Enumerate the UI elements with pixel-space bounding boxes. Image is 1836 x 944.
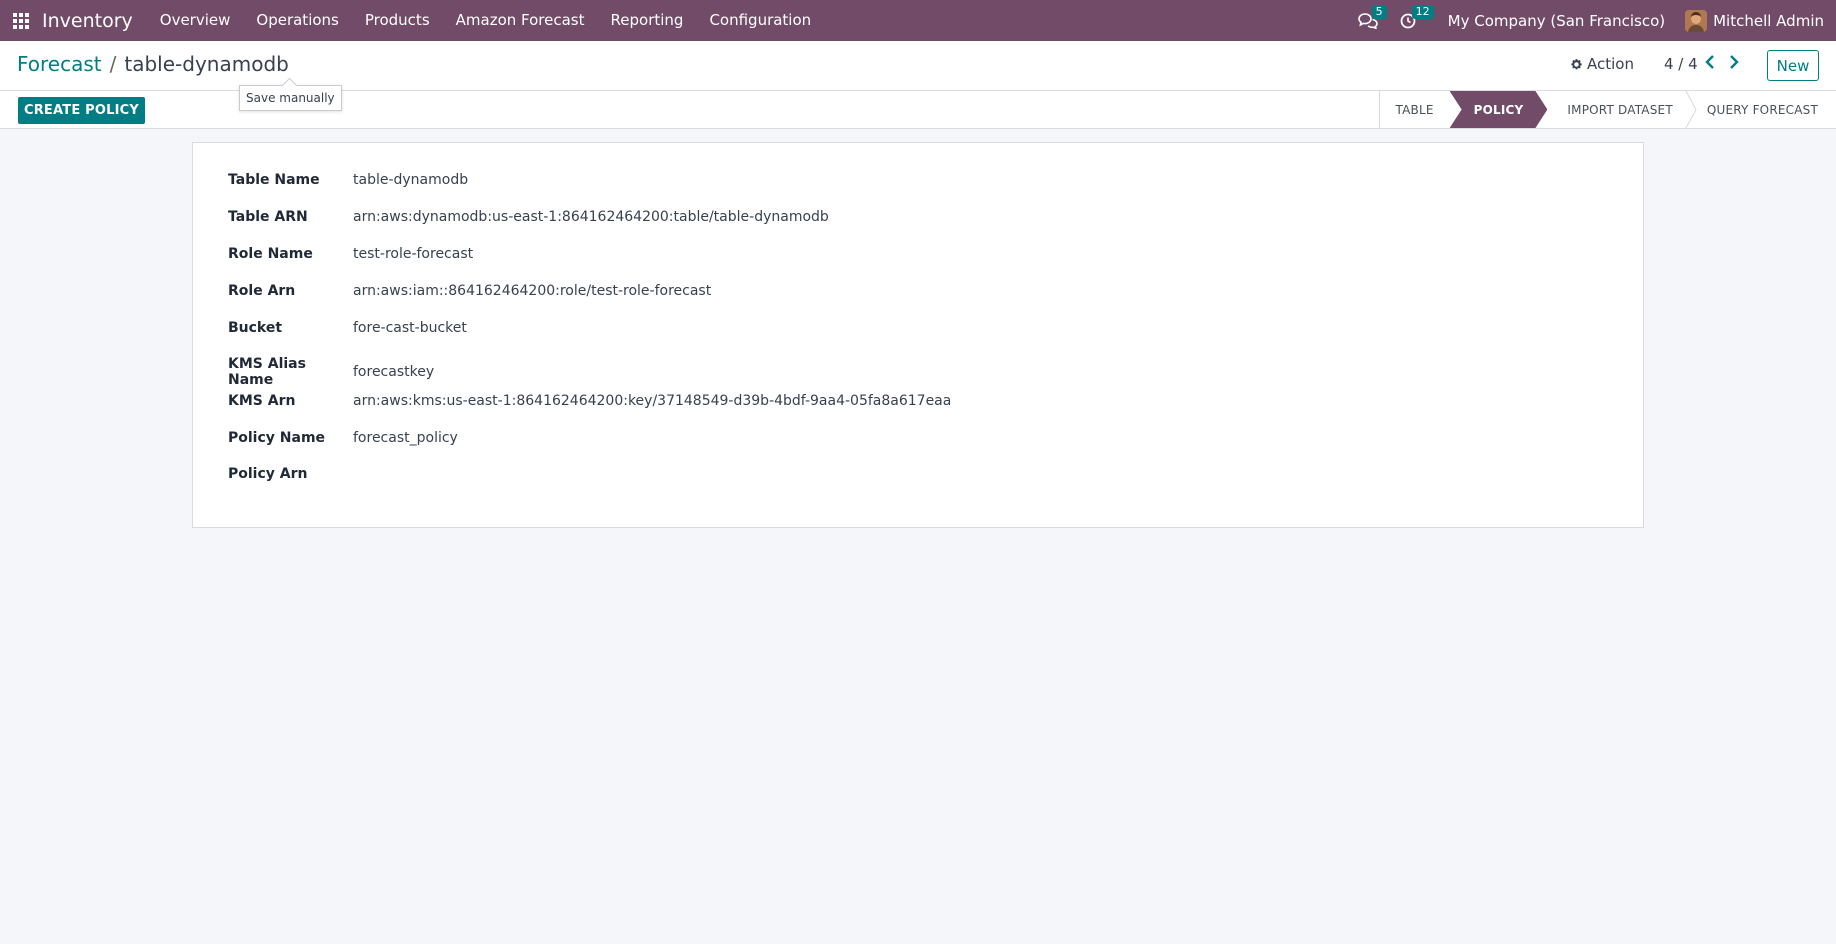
menu-overview[interactable]: Overview [147,0,244,41]
field-label: Role Arn [228,283,296,299]
field-value[interactable]: arn:aws:iam::864162464200:role/test-role… [353,283,711,299]
company-switcher[interactable]: My Company (San Francisco) [1448,12,1665,30]
field-value[interactable]: forecastkey [353,364,434,380]
activities-button[interactable]: 12 [1400,4,1434,29]
field-value[interactable]: arn:aws:kms:us-east-1:864162464200:key/3… [353,393,951,409]
user-menu[interactable]: Mitchell Admin [1713,12,1824,30]
field-label: Bucket [228,320,283,336]
breadcrumb: Forecast / table-dynamodb [17,52,289,76]
activities-badge: 12 [1411,4,1434,19]
field-role-arn: Role Arn arn:aws:iam::864162464200:role/… [228,283,711,299]
breadcrumb-current: table-dynamodb [124,52,289,76]
field-policy-arn: Policy Arn [228,466,353,482]
top-navbar: Inventory Overview Operations Products A… [0,0,1836,41]
field-kms-alias-name: KMS Alias Name forecastkey [228,356,434,388]
field-label: Table Name [228,172,320,188]
stage-policy[interactable]: POLICY [1450,91,1548,128]
field-value[interactable]: arn:aws:dynamodb:us-east-1:864162464200:… [353,209,829,225]
stage-import-dataset[interactable]: IMPORT DATASET [1547,91,1688,128]
field-table-name: Table Name table-dynamodb [228,172,468,188]
app-name[interactable]: Inventory [42,10,133,32]
field-bucket: Bucket fore-cast-bucket [228,320,467,336]
stage-table[interactable]: TABLE [1380,91,1450,128]
stage-pipeline: TABLE POLICY IMPORT DATASET QUERY FORECA… [1378,91,1836,128]
field-label: KMS Alias Name [228,356,306,388]
field-label: Policy Name [228,430,326,446]
save-manually-tooltip: Save manually [239,85,342,111]
messages-badge: 5 [1371,4,1387,19]
menu-operations[interactable]: Operations [243,0,351,41]
breadcrumb-forecast-link[interactable]: Forecast [17,52,102,76]
breadcrumb-separator: / [109,52,117,76]
field-value[interactable]: fore-cast-bucket [353,320,467,336]
action-label: Action [1587,55,1634,73]
field-role-name: Role Name test-role-forecast [228,246,473,262]
menu-amazon-forecast[interactable]: Amazon Forecast [443,0,598,41]
control-panel: Forecast / table-dynamodb Action 4 / 4 N… [0,41,1836,91]
pager-next-icon[interactable] [1729,53,1739,74]
menu-products[interactable]: Products [352,0,443,41]
field-value[interactable]: forecast_policy [353,430,458,446]
pager-previous-icon[interactable] [1705,53,1715,74]
field-value[interactable]: test-role-forecast [353,246,473,262]
menu-configuration[interactable]: Configuration [696,0,824,41]
create-policy-button[interactable]: CREATE POLICY [18,97,145,124]
apps-menu-icon[interactable] [0,0,42,41]
menu-reporting[interactable]: Reporting [598,0,697,41]
field-label: Table ARN [228,209,308,225]
field-kms-arn: KMS Arn arn:aws:kms:us-east-1:8641624642… [228,393,951,409]
messages-button[interactable]: 5 [1357,4,1387,29]
form-sheet: Table Name table-dynamodb Table ARN arn:… [192,142,1644,528]
gear-icon [1571,58,1582,69]
field-label: Role Name [228,246,313,262]
new-button[interactable]: New [1767,50,1819,81]
field-value[interactable]: table-dynamodb [353,172,468,188]
user-avatar[interactable] [1685,9,1708,32]
field-label: Policy Arn [228,466,308,482]
action-menu-button[interactable]: Action [1570,55,1634,73]
stage-query-forecast[interactable]: QUERY FORECAST [1697,91,1836,128]
pager-value[interactable]: 4 / 4 [1664,55,1698,73]
field-policy-name: Policy Name forecast_policy [228,430,458,446]
field-table-arn: Table ARN arn:aws:dynamodb:us-east-1:864… [228,209,829,225]
field-label: KMS Arn [228,393,296,409]
